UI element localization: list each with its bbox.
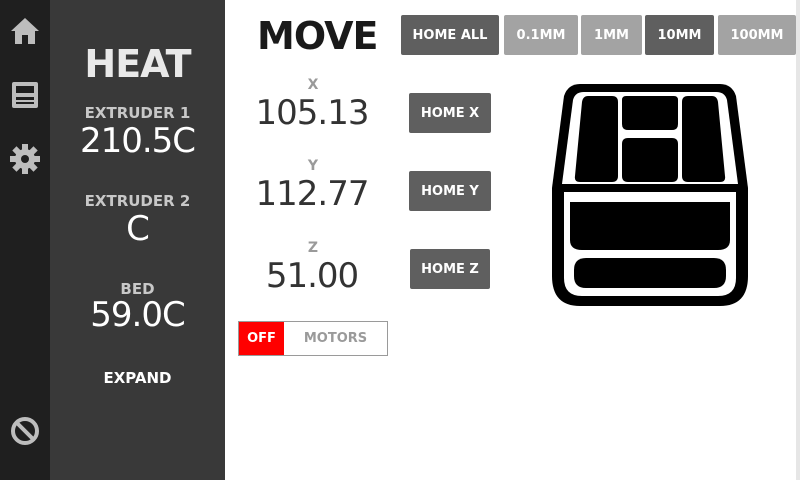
move-title: MOVE	[257, 14, 378, 58]
printer-display-icon[interactable]	[8, 78, 42, 112]
z-axis-label: Z	[307, 240, 319, 256]
heat-panel: HEAT EXTRUDER 1 210.5C EXTRUDER 2 C BED …	[50, 0, 225, 480]
home-y-button[interactable]: HOME Y	[409, 171, 491, 211]
x-axis-label: X	[307, 77, 319, 93]
home-z-button[interactable]: HOME Z	[410, 249, 490, 289]
z-position: 51.00	[265, 256, 359, 296]
step-1mm-button[interactable]: 1MM	[581, 15, 642, 55]
expand-button[interactable]: EXPAND	[50, 369, 225, 387]
bed-temp[interactable]: 59.0C	[50, 295, 225, 335]
home-icon[interactable]	[8, 14, 42, 48]
step-10mm-button[interactable]: 10MM	[645, 15, 714, 55]
extruder2-label: EXTRUDER 2	[84, 192, 191, 210]
gear-icon[interactable]	[8, 142, 42, 176]
motors-label[interactable]: MOTORS	[284, 322, 387, 355]
step-0-1mm-button[interactable]: 0.1MM	[504, 15, 578, 55]
extruder2-temp[interactable]: C	[50, 209, 225, 249]
home-all-button[interactable]: HOME ALL	[401, 15, 499, 55]
motors-toggle[interactable]: OFF MOTORS	[238, 321, 388, 356]
motors-off-indicator[interactable]: OFF	[239, 322, 284, 355]
scrollbar[interactable]	[796, 0, 800, 480]
stop-icon[interactable]	[8, 414, 42, 448]
y-position: 112.77	[255, 174, 370, 214]
sidebar	[0, 0, 50, 480]
home-x-button[interactable]: HOME X	[409, 93, 491, 133]
step-100mm-button[interactable]: 100MM	[718, 15, 796, 55]
heat-title: HEAT	[84, 42, 191, 86]
x-position: 105.13	[255, 93, 370, 133]
extruder1-temp[interactable]: 210.5C	[50, 121, 225, 161]
extruder1-label: EXTRUDER 1	[84, 104, 191, 122]
y-axis-label: Y	[307, 158, 319, 174]
printer-logo-icon	[550, 80, 750, 308]
